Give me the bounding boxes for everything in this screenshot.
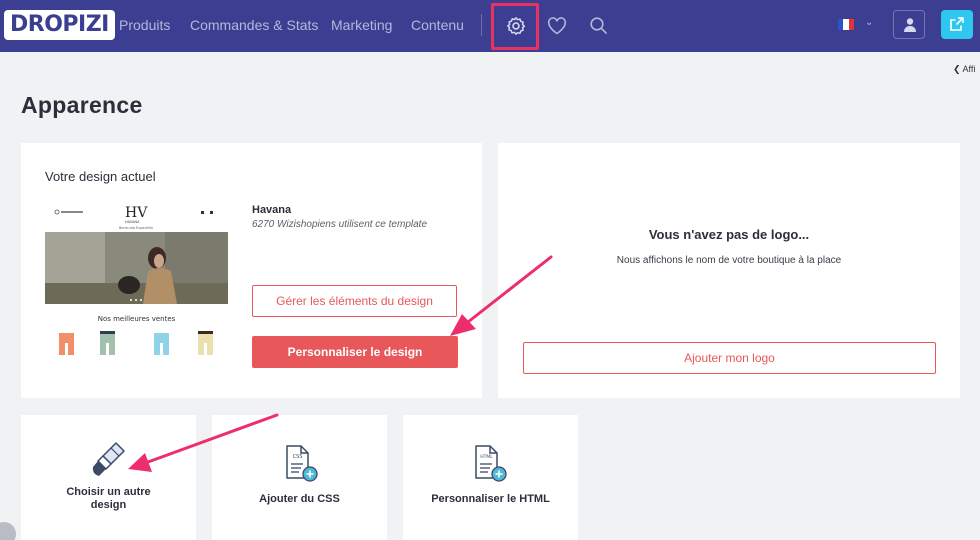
preview-section-title: Nos meilleures ventes <box>98 315 176 323</box>
customize-design-button[interactable]: Personnaliser le design <box>252 336 458 368</box>
top-nav: DROPIZI Produits Commandes & Stats Marke… <box>0 0 980 52</box>
add-css-card[interactable]: CSS Ajouter du CSS <box>212 415 387 540</box>
nav-marketing[interactable]: Marketing <box>331 17 392 33</box>
css-file-icon: CSS <box>286 445 318 482</box>
template-usage-count: 6270 Wizishopiens utilisent ce template <box>252 219 428 230</box>
no-logo-title: Vous n'avez pas de logo... <box>648 227 810 242</box>
svg-text:HTML: HTML <box>480 454 493 460</box>
dropizi-logo[interactable]: DROPIZI <box>4 10 115 40</box>
search-icon[interactable] <box>589 16 608 35</box>
choose-design-card[interactable]: Choisir un autre design <box>21 415 196 540</box>
page-title: Apparence <box>21 92 143 118</box>
customize-html-label: Personnaliser le HTML <box>431 493 550 505</box>
svg-text:HAVANA: HAVANA <box>125 220 140 224</box>
chevron-down-icon[interactable]: ⌄ <box>865 17 873 28</box>
svg-text:CSS: CSS <box>293 454 303 460</box>
html-file-icon: HTML <box>475 445 507 482</box>
nav-separator <box>481 14 482 36</box>
manage-design-elements-button[interactable]: Gérer les éléments du design <box>252 285 457 317</box>
template-name: Havana <box>252 204 292 216</box>
logo-card: Vous n'avez pas de logo... Nous affichon… <box>498 143 960 398</box>
no-logo-subtitle: Nous affichons le nom de votre boutique … <box>616 255 842 266</box>
account-button[interactable] <box>893 10 925 39</box>
nav-contenu[interactable]: Contenu <box>411 17 464 33</box>
paint-brush-icon <box>92 442 125 476</box>
svg-text:Bermuda Espadrille: Bermuda Espadrille <box>119 226 153 230</box>
customize-html-card[interactable]: HTML Personnaliser le HTML <box>403 415 578 540</box>
choose-design-label: Choisir un autre design <box>66 486 151 511</box>
french-flag-icon[interactable] <box>838 19 854 30</box>
info-icon[interactable] <box>0 522 16 540</box>
open-store-button[interactable] <box>941 10 973 39</box>
gear-icon[interactable] <box>506 16 526 36</box>
add-css-label: Ajouter du CSS <box>259 493 340 505</box>
heart-icon[interactable] <box>547 17 567 35</box>
svg-text:HV: HV <box>125 205 148 221</box>
card-title: Votre design actuel <box>45 169 156 184</box>
back-link[interactable]: ❮ Affi <box>953 64 975 75</box>
user-icon <box>904 18 916 32</box>
add-logo-button[interactable]: Ajouter mon logo <box>523 342 936 374</box>
external-link-icon <box>950 17 964 31</box>
current-design-card: Votre design actuel HV HAVANA Bermuda Es… <box>21 143 482 398</box>
template-preview-image[interactable]: HV HAVANA Bermuda Espadrille Nos meilleu… <box>45 201 228 373</box>
nav-produits[interactable]: Produits <box>119 17 170 33</box>
nav-commandes-stats[interactable]: Commandes & Stats <box>190 17 318 33</box>
